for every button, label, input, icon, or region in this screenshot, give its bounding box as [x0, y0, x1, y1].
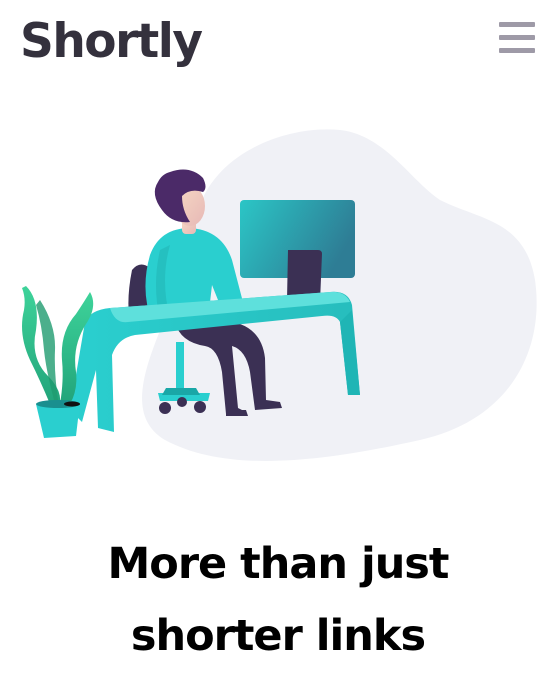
- site-header: Shortly: [0, 0, 556, 90]
- hero-illustration: [0, 110, 556, 480]
- headline-line-2: shorter links: [130, 611, 426, 661]
- hero-text: More than just shorter links: [0, 528, 556, 672]
- hamburger-bar: [499, 22, 535, 27]
- headline-line-1: More than just: [107, 539, 450, 589]
- hamburger-bar: [499, 35, 535, 40]
- headline: More than just shorter links: [0, 528, 556, 672]
- hamburger-bar: [499, 48, 535, 53]
- logo[interactable]: Shortly: [20, 10, 203, 74]
- hamburger-menu-icon[interactable]: [499, 22, 535, 54]
